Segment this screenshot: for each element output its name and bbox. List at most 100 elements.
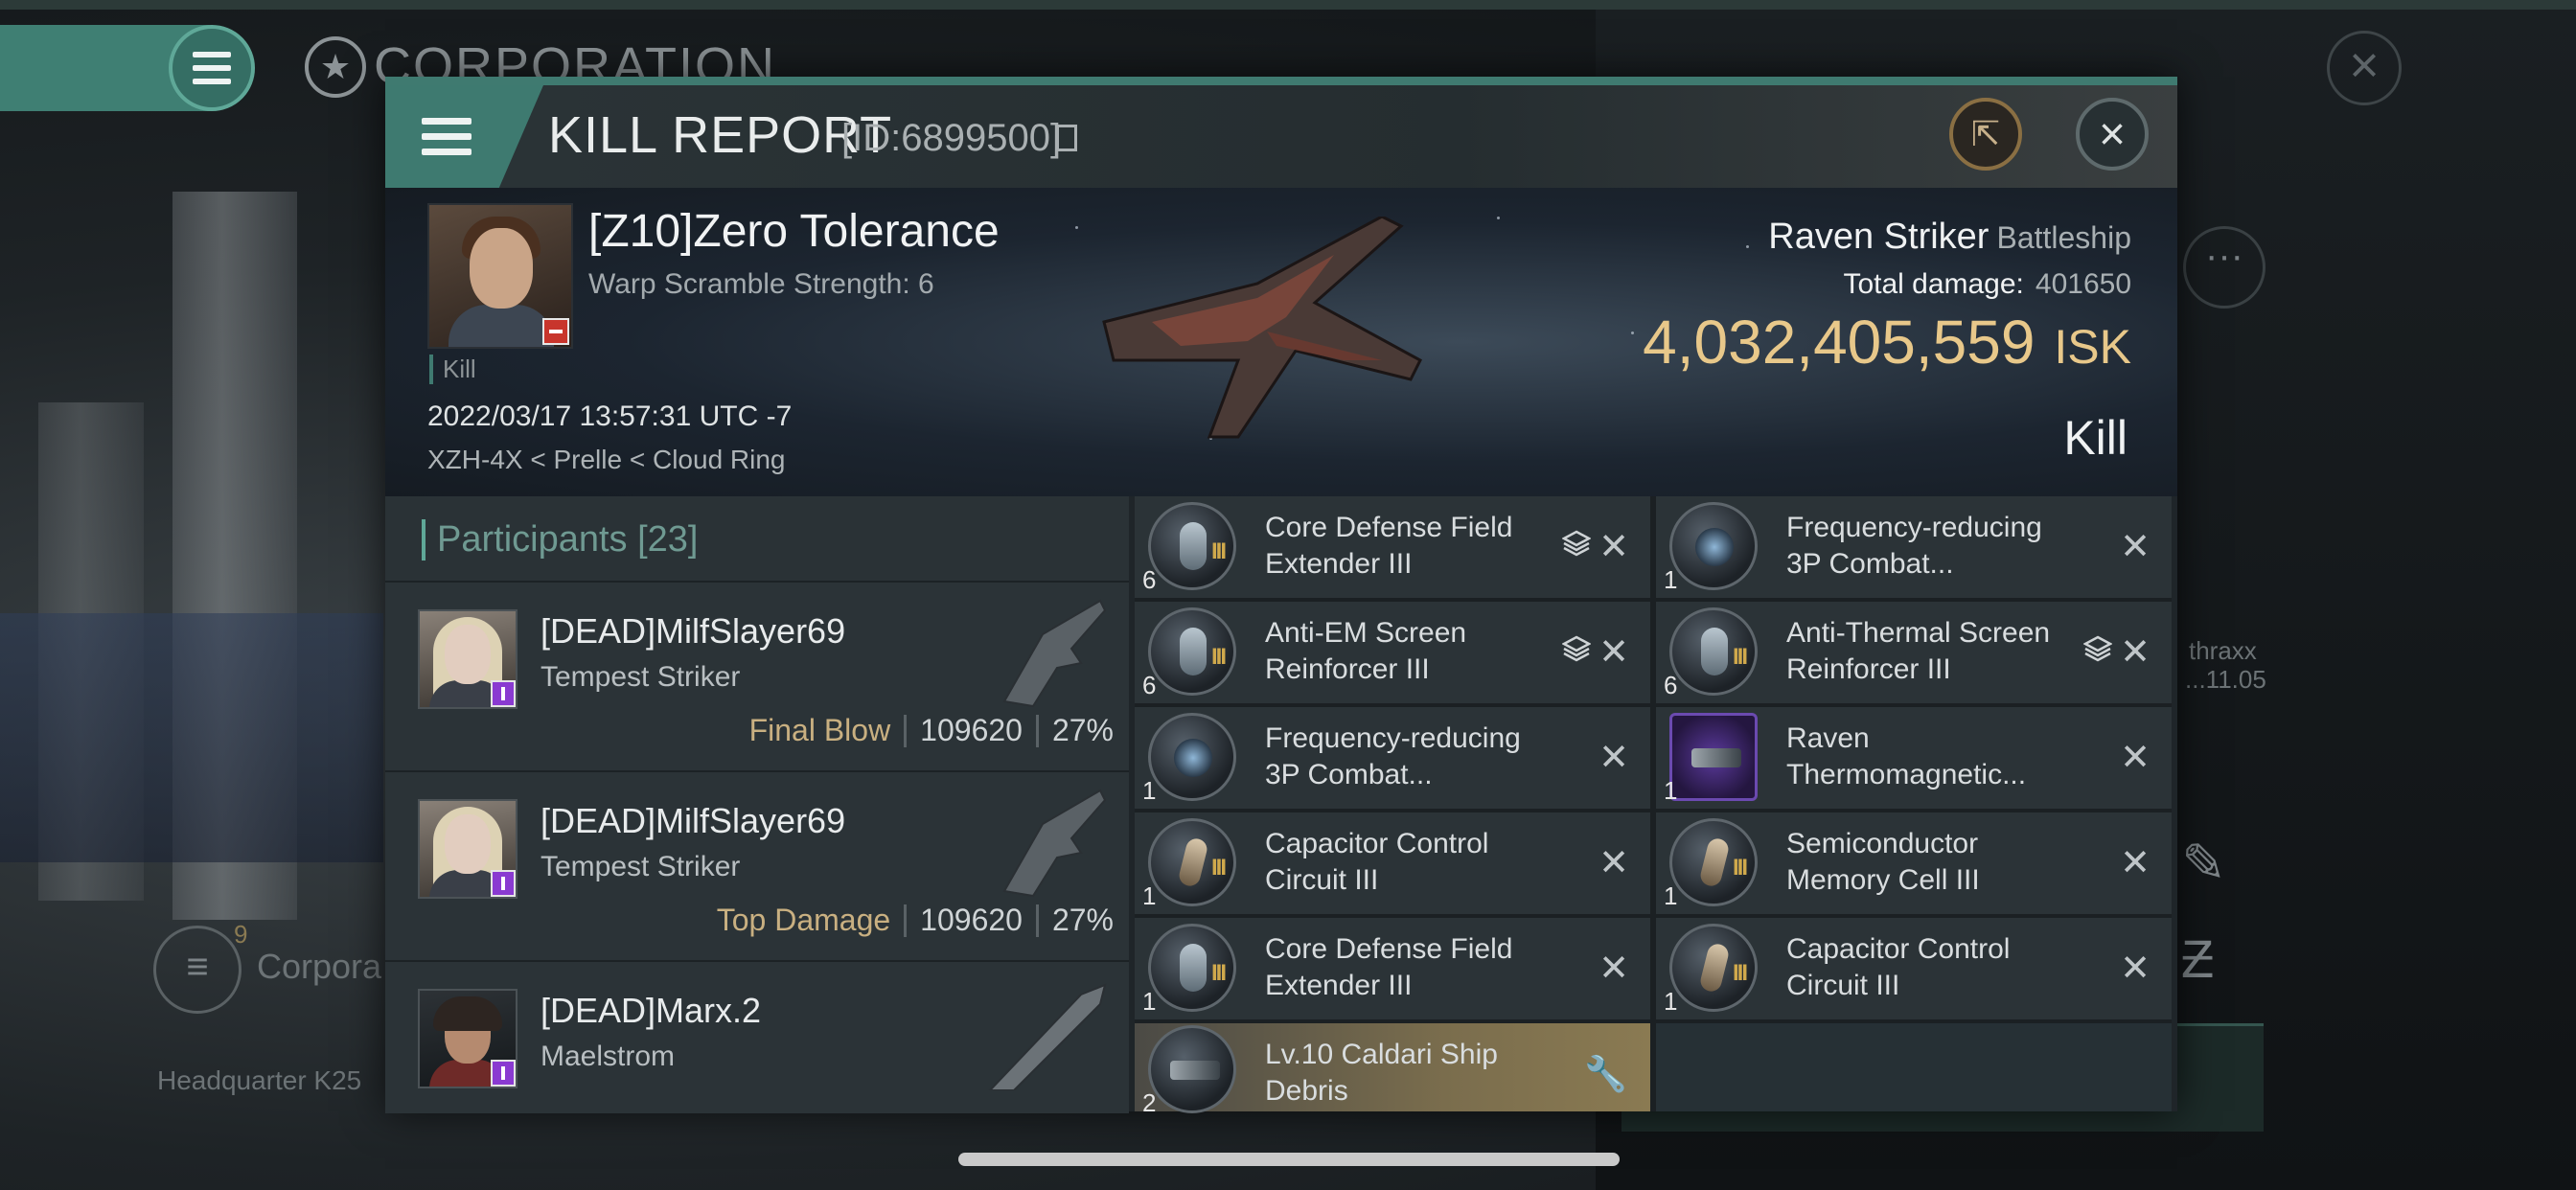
side-date: ...11.05 — [2185, 665, 2266, 694]
kill-location[interactable]: XZH-4X < Prelle < Cloud Ring — [427, 445, 786, 475]
item-name: Frequency-reducing 3P Combat... — [1786, 512, 2042, 580]
tier-badge: III — [1211, 644, 1227, 670]
destroyed-x-icon: ✕ — [2120, 632, 2150, 673]
item-name: Raven Thermomagnetic... — [1786, 722, 2027, 790]
corporation-star-icon: ★ — [305, 36, 366, 98]
participants-count: [23] — [637, 519, 699, 560]
participant-name: [DEAD]MilfSlayer69 — [540, 611, 846, 651]
ship-class: Battleship — [1996, 220, 2131, 255]
item-slot[interactable]: III 1 Capacitor Control Circuit III ✕ — [1656, 918, 2172, 1019]
corp-badge-icon — [491, 870, 516, 897]
total-damage-value: 401650 — [2035, 268, 2131, 300]
item-name: Capacitor Control Circuit III — [1786, 933, 2011, 1001]
victim-ship: Raven Striker Battleship — [1768, 217, 2131, 258]
ship-name: Raven Striker — [1768, 217, 1990, 257]
item-quantity: 6 — [1142, 565, 1157, 594]
item-quantity: 1 — [1142, 987, 1157, 1016]
participant-damage: 109620 — [920, 713, 1023, 747]
participant-row[interactable]: [DEAD]MilfSlayer69 Tempest Striker Top D… — [385, 770, 1129, 960]
item-slot[interactable]: 1 Raven Thermomagnetic... ✕ — [1656, 707, 2172, 809]
corp-menu-icon[interactable]: ≡ — [153, 926, 242, 1014]
participant-ship-image — [1002, 599, 1107, 708]
share-icon: ⇱ — [1970, 114, 2001, 153]
corp-label: Corpora — [257, 947, 382, 986]
kill-summary: [Z10]Zero Tolerance Warp Scramble Streng… — [385, 188, 2177, 496]
destroyed-x-icon: ✕ — [1598, 632, 1629, 673]
settings-icon[interactable]: Ƶ — [2181, 927, 2214, 990]
item-name: Lv.10 Caldari Ship Debris — [1265, 1039, 1498, 1107]
item-slot[interactable]: 1 Frequency-reducing 3P Combat... ✕ — [1656, 496, 2172, 598]
participant-percent: 27% — [1051, 713, 1114, 747]
victim-name[interactable]: [Z10]Zero Tolerance — [588, 205, 1000, 258]
item-slot[interactable]: III 6 Anti-Thermal Screen Reinforcer III… — [1656, 602, 2172, 703]
participant-ship: Maelstrom — [540, 1041, 676, 1072]
item-quantity: 1 — [1142, 881, 1157, 910]
item-slot[interactable]: III 6 Anti-EM Screen Reinforcer III ✕ — [1135, 602, 1650, 703]
tier-badge: III — [1733, 960, 1748, 986]
edit-icon[interactable]: ✎ — [2181, 832, 2226, 895]
item-slot[interactable]: III 1 Capacitor Control Circuit III ✕ — [1135, 812, 1650, 914]
corp-count: 9 — [234, 920, 248, 949]
more-options-icon[interactable]: ··· — [2183, 226, 2266, 309]
item-name: Frequency-reducing 3P Combat... — [1265, 722, 1521, 790]
stack-icon — [1562, 530, 1591, 557]
destroyed-x-icon: ✕ — [1598, 738, 1629, 778]
item-slot[interactable]: 1 Frequency-reducing 3P Combat... ✕ — [1135, 707, 1650, 809]
share-button[interactable]: ⇱ — [1949, 98, 2022, 171]
item-slot[interactable]: III 1 Core Defense Field Extender III ✕ — [1135, 918, 1650, 1019]
participant-stats: Final Blow 109620 27% — [749, 713, 1114, 748]
dropped-items-grid: III 6 Core Defense Field Extender III ✕ … — [1135, 496, 2172, 1117]
tier-badge: III — [1733, 855, 1748, 881]
ship-blueprint-icon — [1669, 713, 1758, 801]
participant-name: [DEAD]MilfSlayer69 — [540, 801, 846, 840]
warp-scramble-strength: Warp Scramble Strength: 6 — [588, 268, 934, 300]
destroyed-x-icon: ✕ — [2120, 949, 2150, 989]
participant-ship-image — [988, 983, 1107, 1090]
tier-badge: III — [1211, 960, 1227, 986]
stack-icon — [1562, 635, 1591, 662]
destroyed-x-icon: ✕ — [1598, 527, 1629, 567]
kill-type-tag: Kill — [429, 355, 476, 384]
final-blow-tag: Final Blow — [748, 713, 891, 747]
item-name: Core Defense Field Extender III — [1265, 933, 1513, 1001]
implant-icon — [1669, 502, 1758, 590]
item-slot[interactable]: III 6 Core Defense Field Extender III ✕ — [1135, 496, 1650, 598]
participant-name: [DEAD]Marx.2 — [540, 991, 762, 1030]
participants-panel: Participants [23] [DEAD]MilfSlayer69 Tem… — [385, 496, 1129, 1113]
participant-ship-image — [1002, 789, 1107, 898]
menu-icon — [193, 52, 231, 84]
participants-title: Participants [23] — [422, 519, 699, 561]
item-slot-dropped[interactable]: 2 Lv.10 Caldari Ship Debris 🔧 — [1135, 1023, 1650, 1117]
destroyed-x-icon: ✕ — [1598, 949, 1629, 989]
item-quantity: 2 — [1142, 1088, 1157, 1117]
background-close-icon[interactable]: × — [2327, 31, 2402, 105]
participant-row[interactable]: [DEAD]Marx.2 Maelstrom — [385, 960, 1129, 1113]
close-button[interactable]: × — [2076, 98, 2149, 171]
kill-report-dialog: KILL REPORT [ID:6899500] ⇱ × [Z10]Zero T… — [385, 77, 2177, 1117]
kill-datetime: 2022/03/17 13:57:31 UTC -7 — [427, 400, 793, 432]
total-damage-label: Total damage: — [1843, 268, 2024, 300]
item-slot[interactable]: III 1 Semiconductor Memory Cell III ✕ — [1656, 812, 2172, 914]
destroyed-x-icon: ✕ — [1598, 843, 1629, 883]
participants-header: Participants [23] — [385, 496, 1129, 581]
empty-slot — [1656, 1023, 2172, 1111]
item-quantity: 6 — [1142, 671, 1157, 699]
ship-debris-icon — [1148, 1025, 1236, 1113]
menu-icon — [422, 118, 472, 155]
copy-icon[interactable] — [1056, 125, 1077, 151]
item-name: Capacitor Control Circuit III — [1265, 828, 1489, 896]
hostile-badge-icon — [542, 318, 569, 345]
item-name: Anti-EM Screen Reinforcer III — [1265, 617, 1467, 685]
close-icon: × — [2098, 108, 2127, 160]
item-quantity: 1 — [1664, 776, 1678, 805]
item-name: Core Defense Field Extender III — [1265, 512, 1513, 580]
isk-amount: 4,032,405,559 — [1643, 308, 2036, 377]
kill-result: Kill — [2063, 411, 2128, 465]
isk-unit: ISK — [2054, 320, 2131, 374]
participant-ship: Tempest Striker — [540, 661, 741, 693]
participants-label: Participants — [437, 519, 628, 560]
item-quantity: 1 — [1142, 776, 1157, 805]
participant-row[interactable]: [DEAD]MilfSlayer69 Tempest Striker Final… — [385, 581, 1129, 770]
item-name: Semiconductor Memory Cell III — [1786, 828, 1980, 896]
corporation-menu-button[interactable] — [169, 25, 255, 111]
